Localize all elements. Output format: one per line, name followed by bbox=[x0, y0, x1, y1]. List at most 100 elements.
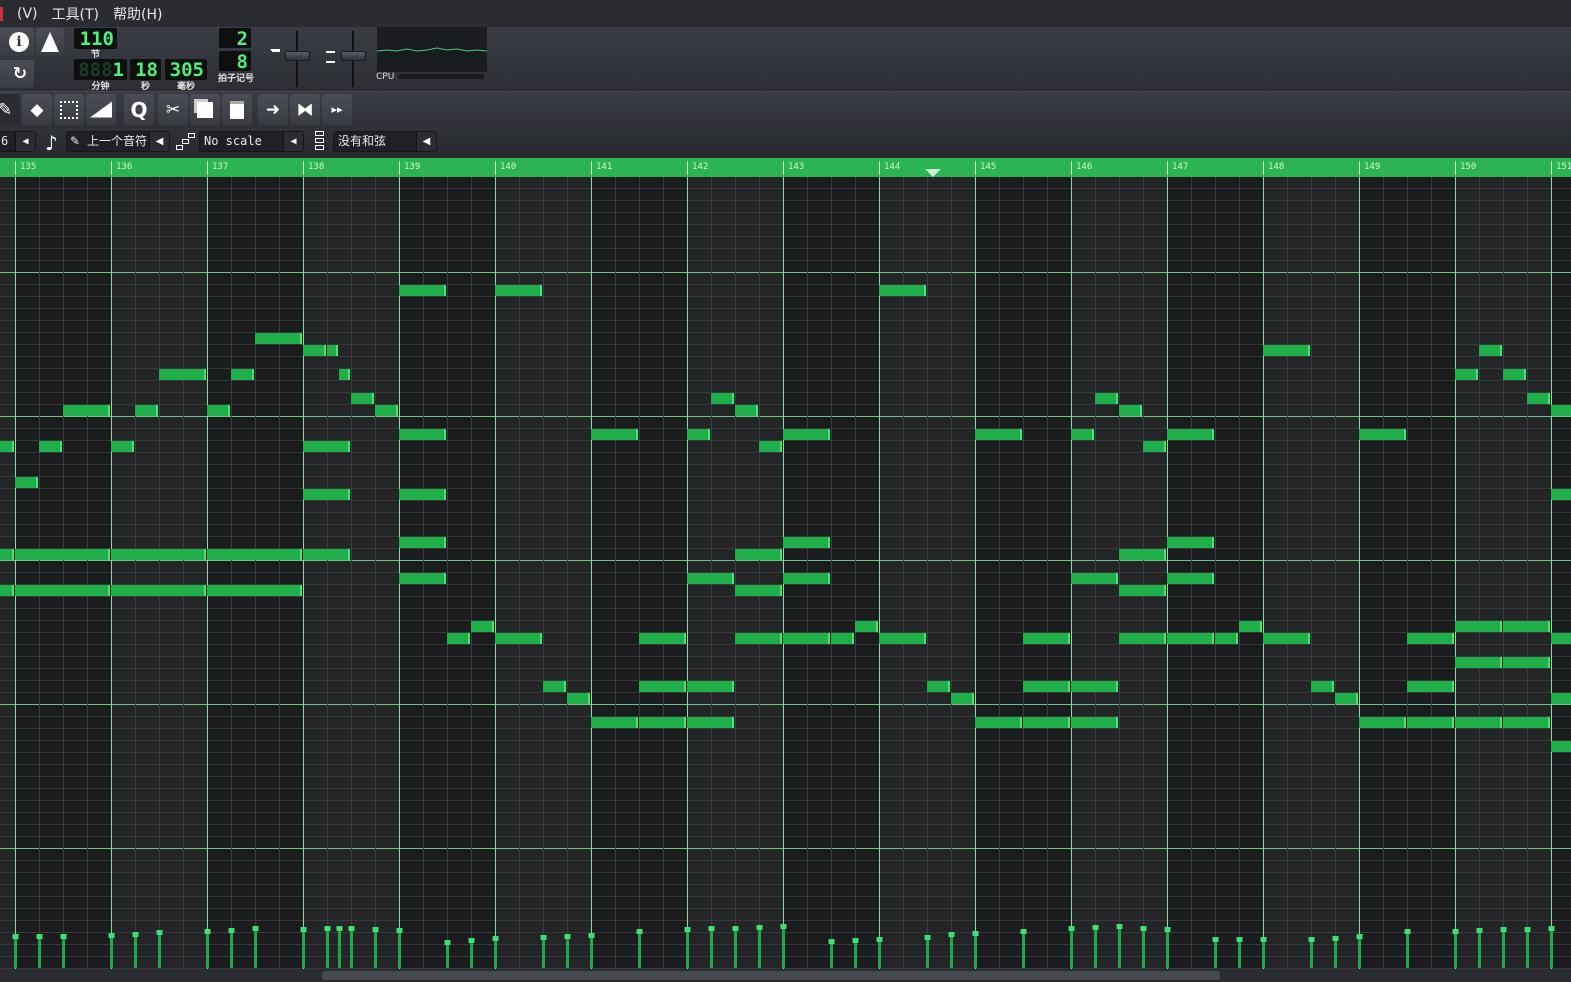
velocity-handle[interactable] bbox=[60, 934, 67, 939]
note[interactable] bbox=[1503, 657, 1550, 668]
velocity-handle[interactable] bbox=[684, 927, 691, 932]
velocity-handle[interactable] bbox=[636, 929, 643, 934]
note[interactable] bbox=[783, 429, 830, 440]
note[interactable] bbox=[687, 429, 710, 440]
timesig-numerator[interactable]: 2 bbox=[219, 28, 251, 50]
note[interactable] bbox=[879, 285, 926, 296]
detune-mode-button[interactable] bbox=[86, 94, 116, 125]
zoom-combo[interactable]: 6 ◀ bbox=[0, 131, 36, 152]
note[interactable] bbox=[495, 633, 542, 644]
menu-help[interactable]: 帮助(H) bbox=[113, 4, 162, 24]
velocity-handle[interactable] bbox=[732, 926, 739, 931]
note[interactable] bbox=[639, 681, 686, 692]
note[interactable] bbox=[1167, 573, 1214, 584]
horizontal-scrollbar[interactable] bbox=[0, 969, 1571, 982]
velocity-handle[interactable] bbox=[1308, 937, 1315, 942]
info-button[interactable]: i bbox=[4, 28, 34, 56]
note[interactable] bbox=[1503, 369, 1526, 380]
note[interactable] bbox=[735, 633, 782, 644]
note[interactable] bbox=[1167, 633, 1214, 644]
velocity-handle[interactable] bbox=[36, 934, 43, 939]
note[interactable] bbox=[1143, 441, 1166, 452]
velocity-handle[interactable] bbox=[1092, 925, 1099, 930]
note[interactable] bbox=[1551, 633, 1571, 644]
note[interactable] bbox=[0, 441, 14, 452]
note[interactable] bbox=[783, 537, 830, 548]
note[interactable] bbox=[1503, 717, 1550, 728]
note[interactable] bbox=[207, 549, 302, 560]
velocity-handle[interactable] bbox=[1140, 926, 1147, 931]
note[interactable] bbox=[735, 585, 782, 596]
velocity-handle[interactable] bbox=[336, 926, 343, 931]
playhead-marker[interactable] bbox=[925, 169, 941, 177]
loop-button[interactable]: ↻ bbox=[6, 60, 34, 88]
note[interactable] bbox=[15, 549, 110, 560]
note[interactable] bbox=[471, 621, 494, 632]
note[interactable] bbox=[1551, 405, 1571, 416]
velocity-handle[interactable] bbox=[492, 936, 499, 941]
note[interactable] bbox=[1167, 429, 1214, 440]
copy-button[interactable] bbox=[190, 94, 220, 125]
velocity-handle[interactable] bbox=[228, 928, 235, 933]
velocity-handle[interactable] bbox=[1476, 928, 1483, 933]
velocity-handle[interactable] bbox=[948, 932, 955, 937]
velocity-handle[interactable] bbox=[1164, 927, 1171, 932]
note[interactable] bbox=[1263, 633, 1310, 644]
note[interactable] bbox=[1455, 657, 1502, 668]
note[interactable] bbox=[1407, 681, 1454, 692]
select-mode-button[interactable] bbox=[54, 94, 84, 125]
velocity-handle[interactable] bbox=[348, 926, 355, 931]
note[interactable] bbox=[1071, 717, 1118, 728]
note[interactable] bbox=[1455, 621, 1502, 632]
velocity-handle[interactable] bbox=[396, 928, 403, 933]
velocity-handle[interactable] bbox=[12, 934, 19, 939]
velocity-handle[interactable] bbox=[972, 931, 979, 936]
velocity-handle[interactable] bbox=[156, 930, 163, 935]
note[interactable] bbox=[1215, 633, 1238, 644]
note[interactable] bbox=[1527, 393, 1550, 404]
note[interactable] bbox=[399, 573, 446, 584]
note[interactable] bbox=[15, 585, 110, 596]
note[interactable] bbox=[255, 333, 302, 344]
note[interactable] bbox=[399, 429, 446, 440]
velocity-handle[interactable] bbox=[852, 938, 859, 943]
move-right-button[interactable]: ➜ bbox=[258, 94, 288, 125]
note[interactable] bbox=[1119, 405, 1142, 416]
note[interactable] bbox=[591, 717, 638, 728]
fill-button[interactable]: ▸▸ bbox=[322, 94, 352, 125]
piano-roll-grid[interactable] bbox=[0, 177, 1571, 969]
velocity-handle[interactable] bbox=[1404, 929, 1411, 934]
note[interactable] bbox=[1095, 393, 1118, 404]
note[interactable] bbox=[1071, 573, 1118, 584]
velocity-handle[interactable] bbox=[780, 924, 787, 929]
note[interactable] bbox=[687, 681, 734, 692]
velocity-handle[interactable] bbox=[1212, 937, 1219, 942]
note[interactable] bbox=[1167, 537, 1214, 548]
velocity-handle[interactable] bbox=[132, 932, 139, 937]
note[interactable] bbox=[111, 585, 206, 596]
note[interactable] bbox=[303, 489, 350, 500]
velocity-handle[interactable] bbox=[1332, 936, 1339, 941]
note[interactable] bbox=[39, 441, 62, 452]
note[interactable] bbox=[735, 405, 758, 416]
note[interactable] bbox=[1071, 429, 1094, 440]
note[interactable] bbox=[975, 429, 1022, 440]
velocity-handle[interactable] bbox=[1548, 926, 1555, 931]
note[interactable] bbox=[1455, 717, 1502, 728]
velocity-handle[interactable] bbox=[1524, 927, 1531, 932]
note[interactable] bbox=[111, 441, 134, 452]
note[interactable] bbox=[1119, 633, 1166, 644]
velocity-handle[interactable] bbox=[324, 926, 331, 931]
note[interactable] bbox=[207, 585, 302, 596]
note[interactable] bbox=[567, 693, 590, 704]
velocity-handle[interactable] bbox=[588, 933, 595, 938]
metronome-button[interactable] bbox=[36, 28, 64, 56]
velocity-handle[interactable] bbox=[1236, 937, 1243, 942]
note[interactable] bbox=[1479, 345, 1502, 356]
velocity-handle[interactable] bbox=[1116, 924, 1123, 929]
note[interactable] bbox=[783, 573, 830, 584]
note[interactable] bbox=[1071, 681, 1118, 692]
velocity-handle[interactable] bbox=[1260, 937, 1267, 942]
note[interactable] bbox=[447, 633, 470, 644]
note[interactable] bbox=[1359, 429, 1406, 440]
